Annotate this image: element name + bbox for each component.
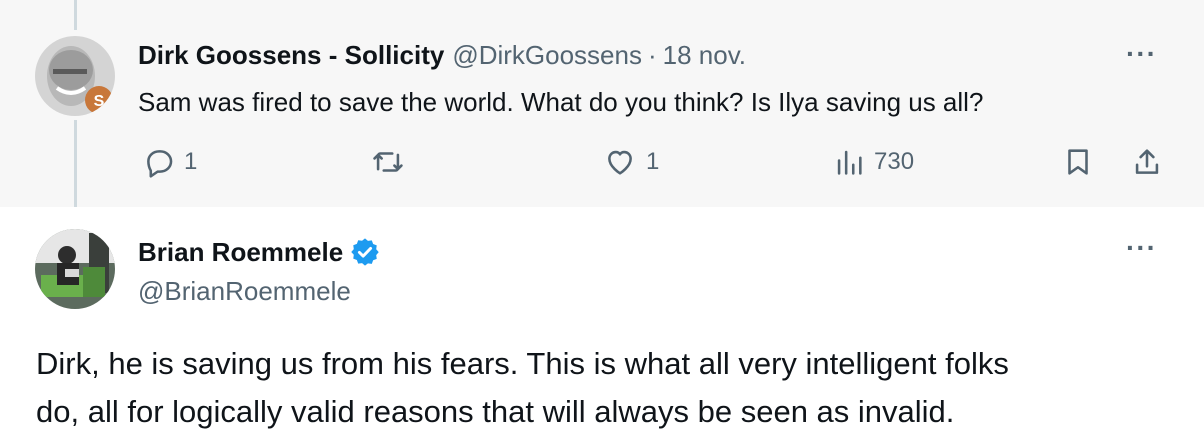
views-button[interactable]: 730 — [832, 145, 914, 179]
parent-tweet[interactable]: S Dirk Goossens - Sollicity @DirkGoossen… — [0, 0, 1204, 207]
heart-icon — [608, 150, 632, 175]
reply-text-line: do, all for logically valid reasons that… — [36, 394, 955, 429]
parent-tweet-text: Sam was fired to save the world. What do… — [138, 87, 984, 117]
views-count: 730 — [874, 148, 915, 175]
reply-display-name[interactable]: Brian Roemmele — [138, 237, 343, 268]
avatar-brian[interactable] — [35, 229, 115, 309]
parent-name-row: Dirk Goossens - Sollicity @DirkGoossens … — [138, 40, 746, 71]
reply-handle[interactable]: @BrianRoemmele — [138, 276, 351, 307]
reply-name-row: Brian Roemmele — [138, 236, 381, 268]
verified-badge-icon — [351, 238, 379, 266]
parent-handle[interactable]: @DirkGoossens — [452, 40, 642, 71]
thread-line-top — [74, 0, 77, 30]
retweet-icon — [373, 152, 403, 172]
avatar-dirk[interactable]: S — [35, 36, 115, 116]
parent-date[interactable]: 18 nov. — [663, 40, 746, 71]
reply-more-button[interactable]: ··· — [1126, 232, 1157, 264]
retweet-button[interactable] — [370, 145, 406, 179]
views-icon — [837, 150, 862, 175]
share-icon — [1135, 149, 1159, 174]
bookmark-icon — [1068, 149, 1088, 175]
share-button[interactable] — [1130, 145, 1164, 179]
reply-text-line: Dirk, he is saving us from his fears. Th… — [36, 346, 1009, 381]
reply-button[interactable]: 1 — [142, 145, 197, 179]
parent-display-name[interactable]: Dirk Goossens - Sollicity — [138, 40, 444, 71]
parent-action-bar: 1 1 730 — [0, 145, 1204, 185]
svg-text:S: S — [94, 93, 105, 110]
reply-tweet-text: Dirk, he is saving us from his fears. Th… — [36, 340, 1176, 436]
reply-icon — [147, 150, 173, 178]
separator-dot: · — [647, 40, 657, 70]
like-button[interactable]: 1 — [602, 145, 659, 179]
like-count: 1 — [646, 148, 660, 175]
reply-count: 1 — [184, 148, 198, 175]
parent-more-button[interactable]: ··· — [1126, 38, 1157, 70]
bookmark-button[interactable] — [1061, 145, 1095, 179]
